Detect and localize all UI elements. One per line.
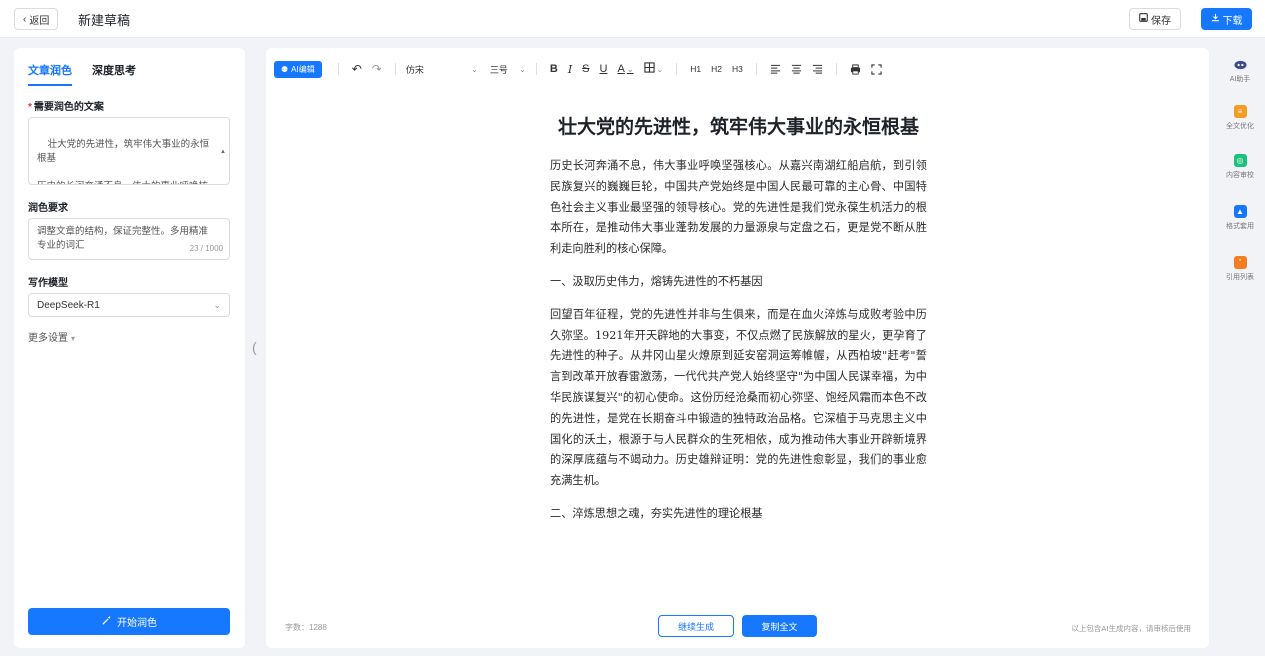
char-counter: 23 / 1000: [189, 244, 223, 253]
polish-panel: 文章润色 深度思考 *需要润色的文案 壮大党的先进性，筑牢伟大事业的永恒根基 历…: [14, 48, 245, 648]
source-textarea[interactable]: 壮大党的先进性，筑牢伟大事业的永恒根基 历史的长河奔涌不息，伟大的事业呼唤核心。…: [28, 117, 230, 185]
format-brush-icon: ▲: [1233, 205, 1247, 218]
toolbar-divider: [394, 63, 396, 75]
content-review-button[interactable]: ◎ 内容审校: [1215, 154, 1265, 180]
bold-button[interactable]: B: [545, 63, 563, 75]
strikethrough-button[interactable]: S: [577, 63, 594, 75]
align-left-icon[interactable]: [765, 64, 786, 74]
model-label: 写作模型: [28, 278, 68, 289]
editor-toolbar: ⚉ AI编辑 ↶ ↷ 仿宋 ⌄ 三号 ⌄ B I S U A ⌄ ⌄ H1 H2 H3: [274, 60, 887, 78]
heading-1-button[interactable]: H1: [685, 64, 706, 74]
requirement-label: 润色要求: [28, 203, 68, 214]
document-paragraph: 历史长河奔涌不息，伟大事业呼唤坚强核心。从嘉兴南湖红船启航，到引领民族复兴的巍巍…: [550, 159, 927, 256]
ai-disclaimer: 以上包含AI生成内容，请审核后使用: [1071, 624, 1191, 633]
start-polish-button[interactable]: 开始润色: [28, 608, 230, 635]
magic-wand-icon: [101, 615, 112, 629]
copy-all-button[interactable]: 复制全文: [742, 615, 817, 637]
robot-icon: ⚉: [281, 64, 289, 74]
document-title: 壮大党的先进性，筑牢伟大事业的永恒根基: [557, 116, 919, 138]
caret-down-icon: ▾: [71, 334, 76, 343]
editor-area: ⚉ AI编辑 ↶ ↷ 仿宋 ⌄ 三号 ⌄ B I S U A ⌄ ⌄ H1 H2 H3: [266, 48, 1209, 648]
heading-3-button[interactable]: H3: [727, 64, 748, 74]
toolbar-divider: [755, 63, 757, 75]
ai-assistant-button[interactable]: AI助手: [1215, 58, 1265, 84]
table-button[interactable]: ⌄: [639, 62, 669, 76]
toolbar-divider: [676, 63, 678, 75]
scroll-up-icon[interactable]: ▲: [219, 148, 227, 156]
print-icon[interactable]: [845, 63, 866, 75]
page-title: 新建草稿: [78, 13, 131, 28]
toolbar-divider: [337, 63, 339, 75]
font-color-button[interactable]: A ⌄: [612, 63, 638, 75]
search-doc-icon: ◎: [1233, 154, 1247, 167]
document-edit-icon: ≡: [1233, 105, 1247, 118]
align-right-icon[interactable]: [807, 64, 828, 74]
document-paragraph: 回望百年征程，党的先进性并非与生俱来，而是在血火淬炼与成败考验中历久弥坚。192…: [550, 307, 927, 488]
undo-icon[interactable]: ↶: [347, 62, 367, 76]
save-button[interactable]: 保存: [1129, 8, 1181, 30]
chevron-down-icon: ⌄: [471, 64, 478, 74]
document-heading: 二、淬炼思想之魂，夯实先进性的理论根基: [550, 506, 763, 520]
chevron-down-icon: ⌄: [656, 64, 664, 74]
italic-button[interactable]: I: [563, 63, 577, 76]
document-body[interactable]: 壮大党的先进性，筑牢伟大事业的永恒根基 历史长河奔涌不息，伟大事业呼唤坚强核心。…: [550, 112, 927, 537]
back-button[interactable]: ‹ 返回: [14, 8, 59, 30]
right-toolbar: AI助手 ≡ 全文优化 ◎ 内容审校 ▲ 格式套用 ” 引用列表: [1215, 48, 1265, 648]
save-icon: [1139, 13, 1148, 25]
download-icon: [1211, 13, 1220, 25]
toolbar-divider: [835, 63, 837, 75]
chevron-left-icon: ‹: [23, 13, 27, 25]
heading-2-button[interactable]: H2: [706, 64, 727, 74]
panel-collapse-handle[interactable]: (: [252, 339, 257, 355]
toolbar-divider: [535, 63, 537, 75]
ai-edit-button[interactable]: ⚉ AI编辑: [274, 60, 322, 78]
chevron-down-icon: ⌄: [626, 64, 634, 74]
download-button[interactable]: 下载: [1201, 8, 1252, 30]
tab-deep-thinking[interactable]: 深度思考: [92, 62, 136, 86]
font-size-select[interactable]: 三号 ⌄: [488, 63, 528, 76]
redo-icon[interactable]: ↷: [367, 62, 387, 76]
word-count: 字数：1288: [285, 623, 327, 632]
tab-article-polish[interactable]: 文章润色: [28, 62, 72, 86]
citation-list-button[interactable]: ” 引用列表: [1215, 256, 1265, 282]
chevron-down-icon: ⌄: [519, 64, 526, 74]
chevron-down-icon: ⌄: [213, 299, 221, 310]
required-mark: *: [28, 102, 32, 113]
top-bar: ‹ 返回 新建草稿 保存 下载: [0, 0, 1265, 38]
ai-assistant-icon: [1233, 58, 1247, 71]
format-apply-button[interactable]: ▲ 格式套用: [1215, 205, 1265, 231]
requirement-textarea[interactable]: 调整文章的结构，保证完整性。多用精准专业的词汇 23 / 1000: [28, 218, 230, 260]
document-heading: 一、汲取历史伟力，熔铸先进性的不朽基因: [550, 274, 763, 288]
table-icon: [643, 62, 655, 76]
font-family-select[interactable]: 仿宋 ⌄: [404, 63, 480, 76]
fullscreen-icon[interactable]: [866, 63, 887, 75]
underline-button[interactable]: U: [595, 63, 613, 75]
more-settings-toggle[interactable]: 更多设置 ▾: [28, 329, 75, 344]
panel-tabs: 文章润色 深度思考: [28, 62, 136, 86]
quote-icon: ”: [1233, 256, 1247, 269]
full-text-optimize-button[interactable]: ≡ 全文优化: [1215, 105, 1265, 131]
source-label: * 需要润色的文案: [28, 102, 104, 113]
textarea-scrollbar[interactable]: ▲ ▼: [219, 120, 227, 174]
align-center-icon[interactable]: [786, 64, 807, 74]
model-select[interactable]: DeepSeek-R1 ⌄: [28, 293, 230, 317]
continue-generate-button[interactable]: 继续生成: [658, 615, 734, 637]
